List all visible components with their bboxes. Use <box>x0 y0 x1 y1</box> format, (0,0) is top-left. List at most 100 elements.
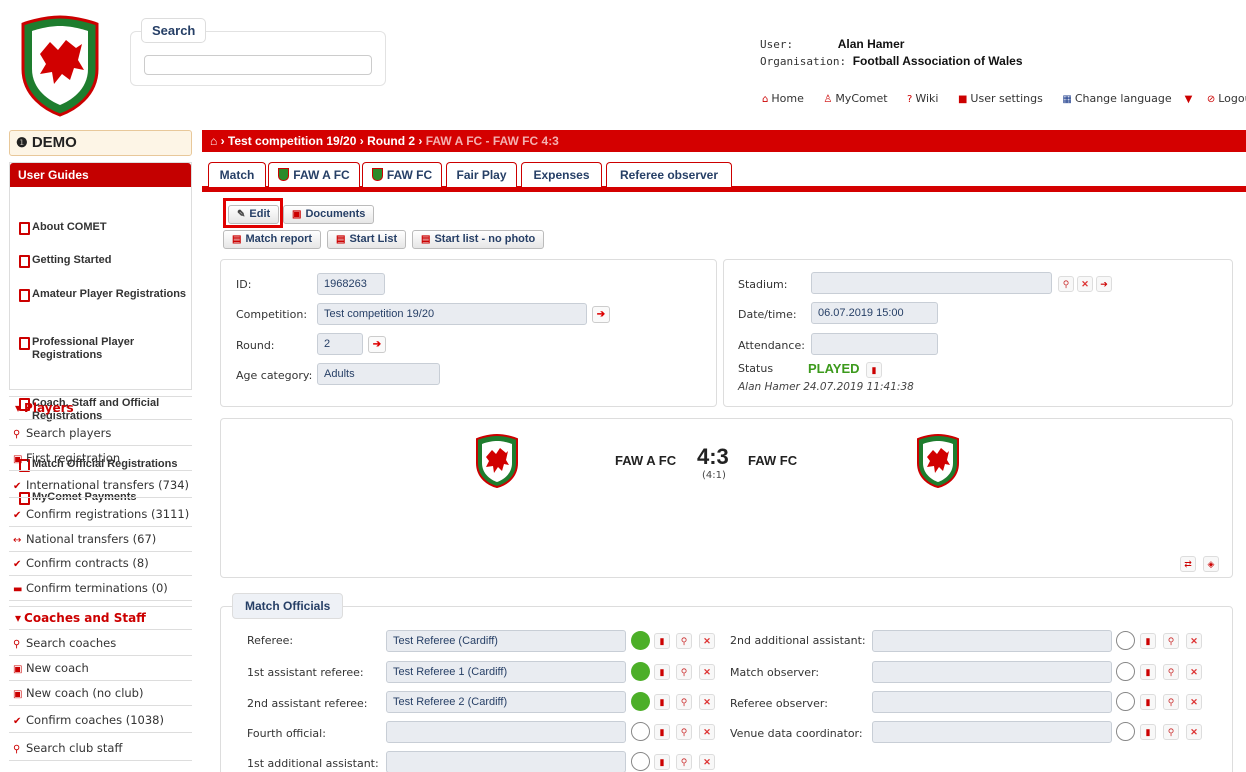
search-icon[interactable]: ⚲ <box>1163 724 1179 740</box>
search-icon[interactable]: ⚲ <box>1163 694 1179 710</box>
search-icon[interactable]: ⚲ <box>676 754 692 770</box>
nav-logout[interactable]: ⊘Logout <box>1207 92 1246 105</box>
sidebar-item-national-transfers[interactable]: ↔ National transfers (67) <box>9 528 192 552</box>
clipboard-icon[interactable]: ▮ <box>1140 694 1156 710</box>
tab-referee-observer[interactable]: Referee observer <box>606 162 732 187</box>
sidebar-item-confirm-terminations[interactable]: ▬ Confirm terminations (0) <box>9 577 192 601</box>
demo-label: DEMO <box>31 134 77 151</box>
search-icon[interactable]: ⚲ <box>676 633 692 649</box>
home-icon[interactable]: ⌂ <box>210 134 217 148</box>
venue-data-coordinator-label: Venue data coordinator: <box>730 727 863 740</box>
home-team-name: FAW A FC <box>615 453 677 468</box>
search-icon[interactable]: ⚲ <box>1058 276 1074 292</box>
close-icon[interactable]: ✕ <box>1186 664 1202 680</box>
search-icon[interactable]: ⚲ <box>1163 633 1179 649</box>
sidebar-item-first-registration[interactable]: ▣ First registration <box>9 447 192 471</box>
sidebar-item-search-coaches[interactable]: ⚲ Search coaches <box>9 632 192 656</box>
sidebar-item-confirm-contracts[interactable]: ✔ Confirm contracts (8) <box>9 552 192 576</box>
sidebar-item-label: First registration <box>26 451 121 465</box>
crest-icon <box>278 168 290 181</box>
close-icon[interactable]: ✕ <box>699 754 715 770</box>
start-list-no-photo-button[interactable]: ▤ Start list - no photo <box>412 230 545 249</box>
close-icon[interactable]: ✕ <box>1186 694 1202 710</box>
faw-logo[interactable] <box>18 14 102 118</box>
document-icon: ▣ <box>292 209 302 220</box>
clipboard-icon[interactable]: ▮ <box>1140 664 1156 680</box>
close-icon[interactable]: ✕ <box>699 633 715 649</box>
sidebar-item-search-players[interactable]: ⚲ Search players <box>9 422 192 446</box>
settings-icon: ■ <box>957 94 968 105</box>
tab-faw-fc[interactable]: FAW FC <box>362 162 442 187</box>
tab-fair-play[interactable]: Fair Play <box>446 162 517 187</box>
search-icon[interactable]: ⚲ <box>1163 664 1179 680</box>
additional-assistant2-field <box>872 630 1112 652</box>
tab-expenses[interactable]: Expenses <box>521 162 602 187</box>
search-input[interactable] <box>144 55 372 75</box>
competition-label: Competition: <box>236 308 308 321</box>
referee-observer-field <box>872 691 1112 713</box>
close-icon[interactable]: ✕ <box>1186 633 1202 649</box>
guide-getting-started[interactable]: Getting Started <box>10 254 191 268</box>
arrow-right-icon[interactable]: ➔ <box>1096 276 1112 292</box>
nav-mycomet[interactable]: ♙ MyComet <box>823 92 895 105</box>
search-icon[interactable]: ⚲ <box>676 694 692 710</box>
home-team-crest-icon <box>476 433 518 489</box>
clipboard-icon[interactable]: ▮ <box>654 754 670 770</box>
top-nav: ⌂ Home ♙ MyComet ? Wiki ■ User settings ▦ Cha… <box>762 92 1246 105</box>
nav-user-settings[interactable]: ■ User settings <box>958 92 1051 105</box>
match-observer-label: Match observer: <box>730 666 820 679</box>
start-list-no-photo-label: Start list - no photo <box>434 233 536 245</box>
coaches-title: Coaches and Staff <box>24 611 146 625</box>
clipboard-icon[interactable]: ▮ <box>1140 633 1156 649</box>
clipboard-icon[interactable]: ▮ <box>654 724 670 740</box>
crest-icon <box>371 168 383 181</box>
tag-icon[interactable]: ◈ <box>1203 556 1219 572</box>
additional-assistant1-label: 1st additional assistant: <box>247 757 379 770</box>
close-icon[interactable]: ✕ <box>699 694 715 710</box>
tab-match[interactable]: Match <box>208 162 266 187</box>
close-icon[interactable]: ✕ <box>1186 724 1202 740</box>
search-icon[interactable]: ⚲ <box>676 724 692 740</box>
sidebar-item-confirm-coaches[interactable]: ✔ Confirm coaches (1038) <box>9 709 192 733</box>
match-report-label: Match report <box>245 233 313 245</box>
search-icon[interactable]: ⚲ <box>676 664 692 680</box>
sidebar-item-new-coach-no-club[interactable]: ▣ New coach (no club) <box>9 682 192 706</box>
nav-wiki[interactable]: ? Wiki <box>907 92 946 105</box>
arrow-right-icon[interactable]: ➔ <box>368 336 386 353</box>
sidebar-item-label: National transfers (67) <box>26 532 157 546</box>
close-icon[interactable]: ✕ <box>699 664 715 680</box>
sidebar-item-label: Search coaches <box>26 636 117 650</box>
sidebar-item-international-transfers[interactable]: ✔ International transfers (734) <box>9 474 192 498</box>
players-section-header[interactable]: ▾ Players <box>9 396 192 420</box>
demo-panel[interactable]: ❶ DEMO <box>9 130 192 156</box>
nav-home[interactable]: ⌂ Home <box>762 92 812 105</box>
id-label: ID: <box>236 278 252 291</box>
coaches-section-header[interactable]: ▾ Coaches and Staff <box>9 606 192 630</box>
tab-faw-a-fc[interactable]: FAW A FC <box>268 162 360 187</box>
sidebar-item-new-coach[interactable]: ▣ New coach <box>9 657 192 681</box>
clipboard-icon[interactable]: ▮ <box>654 664 670 680</box>
start-list-button[interactable]: ▤ Start List <box>327 230 407 249</box>
match-report-button[interactable]: ▤ Match report <box>223 230 322 249</box>
clipboard-icon[interactable]: ▮ <box>1140 724 1156 740</box>
arrow-right-icon[interactable]: ➔ <box>592 306 610 323</box>
documents-button[interactable]: ▣ Documents <box>283 205 375 224</box>
unconfirmed-status-icon <box>1116 662 1135 681</box>
app-root: Search User: Alan Hamer Organisation: Fo… <box>0 0 1246 772</box>
venue-data-coordinator-field <box>872 721 1112 743</box>
close-icon[interactable]: ✕ <box>699 724 715 740</box>
breadcrumb-competition[interactable]: Test competition 19/20 <box>228 134 356 148</box>
nav-change-language[interactable]: ▦ Change language ▼ <box>1062 92 1195 105</box>
breadcrumb-round[interactable]: Round 2 <box>367 134 415 148</box>
clipboard-icon[interactable]: ▮ <box>654 694 670 710</box>
guide-about-comet[interactable]: About COMET <box>10 221 191 235</box>
close-icon[interactable]: ✕ <box>1077 276 1093 292</box>
guide-amateur-player[interactable]: Amateur Player Registrations <box>10 288 191 302</box>
breadcrumb: ⌂ › Test competition 19/20 › Round 2 › F… <box>202 130 1246 152</box>
sidebar-item-confirm-registrations[interactable]: ✔ Confirm registrations (3111) <box>9 503 192 527</box>
clipboard-icon[interactable]: ▮ <box>654 633 670 649</box>
sidebar-item-search-club-staff[interactable]: ⚲ Search club staff <box>9 737 192 761</box>
guide-professional-player[interactable]: Professional Player Registrations <box>10 336 170 362</box>
swap-icon[interactable]: ⇄ <box>1180 556 1196 572</box>
clipboard-icon[interactable]: ▮ <box>866 362 882 378</box>
